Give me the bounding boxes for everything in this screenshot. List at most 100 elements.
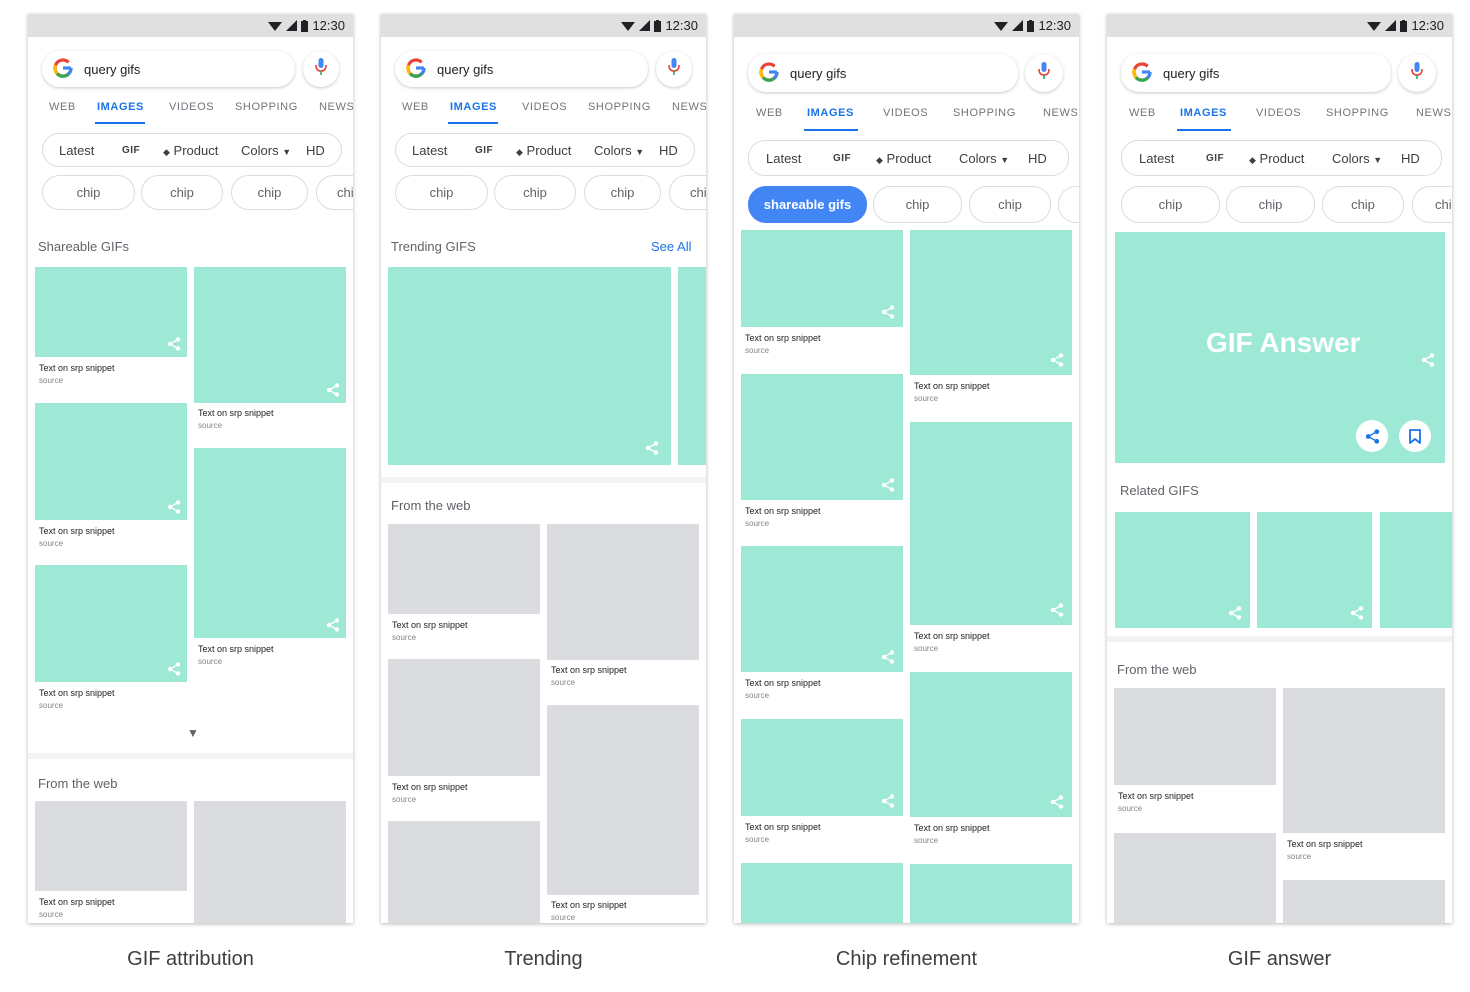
tab-news[interactable]: NEWS	[319, 101, 353, 113]
tab-images[interactable]: IMAGES	[1180, 107, 1227, 119]
tab-images[interactable]: IMAGES	[450, 101, 497, 113]
tab-web[interactable]: WEB	[49, 101, 76, 113]
chip-partial[interactable]: chi	[1412, 186, 1452, 223]
trending-gif-tile[interactable]	[388, 267, 671, 465]
tab-images[interactable]: IMAGES	[807, 107, 854, 119]
chip[interactable]: chip	[969, 186, 1051, 223]
tab-web[interactable]: WEB	[756, 107, 783, 119]
gif-tile[interactable]	[741, 863, 903, 923]
web-image-tile[interactable]	[1114, 688, 1276, 785]
share-icon[interactable]	[326, 383, 340, 397]
web-image-tile[interactable]	[547, 705, 699, 895]
filter-gif[interactable]: GIF	[1206, 153, 1224, 164]
mic-button[interactable]	[1025, 54, 1063, 92]
filter-hd[interactable]: HD	[1028, 151, 1047, 166]
filter-hd[interactable]: HD	[659, 143, 678, 158]
share-icon[interactable]	[881, 478, 895, 492]
chip[interactable]: chip	[1121, 186, 1220, 223]
mic-button[interactable]	[303, 51, 339, 87]
filter-colors[interactable]: Colors ▼	[594, 143, 644, 158]
share-icon[interactable]	[645, 441, 659, 455]
web-image-tile[interactable]	[1283, 880, 1445, 923]
gif-tile[interactable]	[194, 267, 346, 403]
gif-answer-card[interactable]: GIF Answer	[1115, 232, 1445, 463]
share-icon[interactable]	[1421, 353, 1435, 367]
tab-shopping[interactable]: SHOPPING	[1326, 107, 1389, 119]
tab-shopping[interactable]: SHOPPING	[953, 107, 1016, 119]
share-icon[interactable]	[1050, 603, 1064, 617]
share-button[interactable]	[1356, 420, 1388, 452]
filter-product[interactable]: ◆ Product	[163, 143, 218, 158]
chip-partial[interactable]	[1058, 186, 1079, 223]
share-icon[interactable]	[881, 794, 895, 808]
tab-videos[interactable]: VIDEOS	[169, 101, 214, 113]
tab-web[interactable]: WEB	[402, 101, 429, 113]
filter-gif[interactable]: GIF	[833, 153, 851, 164]
search-box[interactable]: query gifs	[42, 51, 295, 87]
gif-tile[interactable]	[741, 374, 903, 500]
web-image-tile[interactable]	[1114, 833, 1276, 923]
chip[interactable]: chip	[395, 175, 488, 210]
share-icon[interactable]	[1050, 795, 1064, 809]
chip-selected[interactable]: shareable gifs	[748, 186, 867, 223]
web-image-tile[interactable]	[388, 659, 540, 776]
filter-hd[interactable]: HD	[1401, 151, 1420, 166]
filter-colors[interactable]: Colors ▼	[959, 151, 1009, 166]
gif-tile[interactable]	[35, 403, 187, 520]
filter-product[interactable]: ◆ Product	[516, 143, 571, 158]
mic-button[interactable]	[656, 51, 692, 87]
expand-arrow-icon[interactable]: ▼	[187, 726, 199, 740]
chip[interactable]: chip	[141, 175, 223, 210]
gif-tile[interactable]	[741, 546, 903, 672]
web-image-tile[interactable]	[388, 524, 540, 614]
tab-news[interactable]: NEWS	[1416, 107, 1451, 119]
filter-latest[interactable]: Latest	[59, 143, 94, 158]
filter-colors[interactable]: Colors ▼	[1332, 151, 1382, 166]
tab-images[interactable]: IMAGES	[97, 101, 144, 113]
related-gif-tile[interactable]	[1115, 512, 1250, 628]
gif-tile[interactable]	[35, 267, 187, 357]
filter-latest[interactable]: Latest	[412, 143, 447, 158]
web-image-tile[interactable]	[547, 524, 699, 660]
share-icon[interactable]	[326, 618, 340, 632]
share-icon[interactable]	[167, 337, 181, 351]
gif-tile[interactable]	[910, 230, 1072, 375]
tab-videos[interactable]: VIDEOS	[883, 107, 928, 119]
web-image-tile[interactable]	[35, 801, 187, 891]
gif-tile[interactable]	[910, 672, 1072, 817]
see-all-link[interactable]: See All	[651, 239, 691, 254]
chip[interactable]: chip	[494, 175, 576, 210]
share-icon[interactable]	[167, 662, 181, 676]
share-icon[interactable]	[1050, 353, 1064, 367]
chip-partial[interactable]: chi	[316, 175, 353, 210]
share-icon[interactable]	[1228, 606, 1242, 620]
tab-news[interactable]: NEWS	[1043, 107, 1078, 119]
chip[interactable]: chip	[1226, 186, 1315, 223]
mic-button[interactable]	[1398, 54, 1436, 92]
filter-product[interactable]: ◆ Product	[1249, 151, 1304, 166]
related-gif-tile[interactable]	[1380, 512, 1452, 628]
share-icon[interactable]	[1350, 606, 1364, 620]
web-image-tile[interactable]	[388, 821, 540, 923]
share-icon[interactable]	[881, 305, 895, 319]
gif-tile[interactable]	[910, 864, 1072, 923]
gif-tile[interactable]	[741, 719, 903, 816]
tab-news[interactable]: NEWS	[672, 101, 706, 113]
chip[interactable]: chip	[42, 175, 135, 210]
filter-gif[interactable]: GIF	[122, 145, 140, 156]
gif-tile[interactable]	[910, 422, 1072, 625]
search-box[interactable]: query gifs	[395, 51, 648, 87]
chip[interactable]: chip	[584, 175, 661, 210]
tab-videos[interactable]: VIDEOS	[1256, 107, 1301, 119]
gif-tile[interactable]	[35, 565, 187, 682]
share-icon[interactable]	[881, 650, 895, 664]
filter-latest[interactable]: Latest	[766, 151, 801, 166]
chip[interactable]: chip	[231, 175, 308, 210]
chip[interactable]: chip	[873, 186, 962, 223]
tab-shopping[interactable]: SHOPPING	[588, 101, 651, 113]
tab-videos[interactable]: VIDEOS	[522, 101, 567, 113]
filter-hd[interactable]: HD	[306, 143, 325, 158]
share-icon[interactable]	[167, 500, 181, 514]
trending-gif-tile[interactable]	[678, 267, 706, 465]
search-box[interactable]: query gifs	[1121, 54, 1391, 92]
